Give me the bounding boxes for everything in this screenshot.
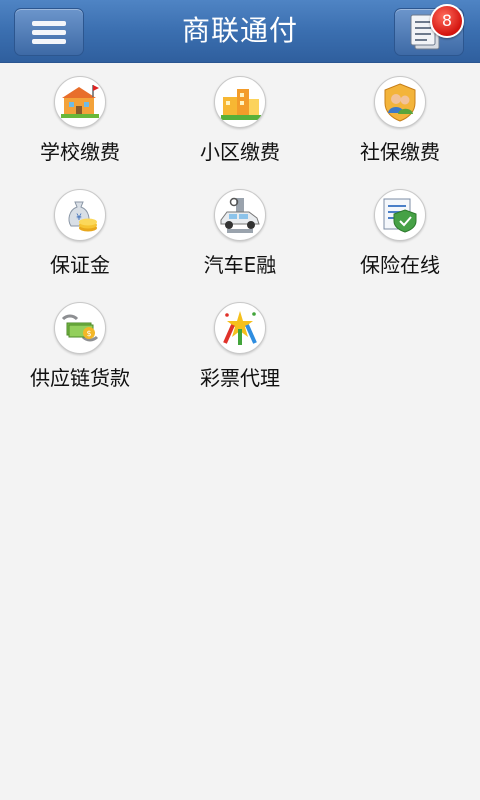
service-community-fee[interactable]: 小区缴费 <box>160 62 320 172</box>
service-label: 小区缴费 <box>200 140 280 164</box>
car-icon <box>214 189 266 241</box>
service-social-security[interactable]: 社保缴费 <box>320 62 480 172</box>
service-insurance-online[interactable]: 保险在线 <box>320 175 480 285</box>
service-deposit[interactable]: ¥ 保证金 <box>0 175 160 285</box>
svg-text:$: $ <box>86 329 91 338</box>
insurance-shield-icon <box>374 189 426 241</box>
supply-chain-icon: $ <box>54 302 106 354</box>
service-label: 学校缴费 <box>40 140 120 164</box>
service-label: 彩票代理 <box>200 366 280 390</box>
service-label: 保险在线 <box>360 253 440 277</box>
service-label: 汽车E融 <box>203 253 277 277</box>
service-lottery-agent[interactable]: 彩票代理 <box>160 288 320 398</box>
notification-badge: 8 <box>430 4 464 38</box>
service-label: 保证金 <box>50 253 110 277</box>
money-bag-icon: ¥ <box>54 189 106 241</box>
service-label: 供应链货款 <box>30 366 130 390</box>
app-header: 商联通付 8 <box>0 0 480 63</box>
service-car-finance[interactable]: 汽车E融 <box>160 175 320 285</box>
residential-icon <box>214 76 266 128</box>
social-security-icon <box>374 76 426 128</box>
service-school-fee[interactable]: 学校缴费 <box>0 62 160 172</box>
service-label: 社保缴费 <box>360 140 440 164</box>
school-icon <box>54 76 106 128</box>
lottery-icon <box>214 302 266 354</box>
service-supply-chain-payment[interactable]: $ 供应链货款 <box>0 288 160 398</box>
